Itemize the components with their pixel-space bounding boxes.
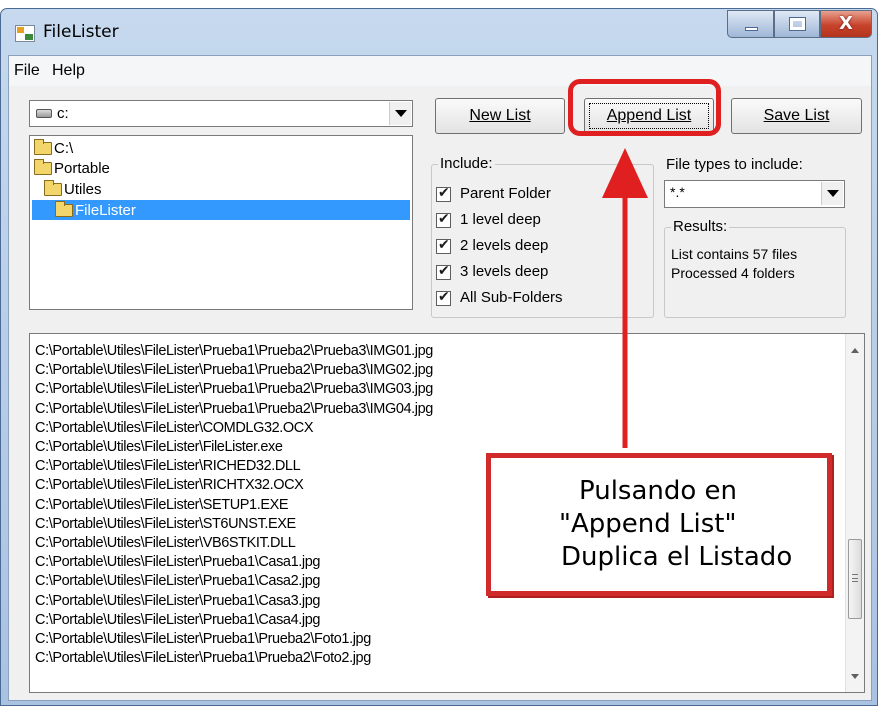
results-folder-count: Processed 4 folders	[671, 265, 795, 281]
tree-item-label: Portable	[54, 160, 110, 177]
folder-icon	[55, 201, 73, 217]
menu-file[interactable]: File	[14, 62, 40, 80]
save-list-label: Save List	[763, 107, 830, 124]
file-list-item[interactable]: C:\Portable\Utiles\FileLister\ST6UNST.EX…	[35, 515, 296, 533]
save-list-button[interactable]: Save List	[731, 98, 862, 134]
drive-value: c:	[57, 105, 69, 122]
scroll-down-icon[interactable]	[846, 668, 864, 686]
results-file-count: List contains 57 files	[671, 246, 798, 262]
tree-item-label: Utiles	[64, 181, 102, 198]
grip-icon	[852, 574, 858, 582]
file-list-item[interactable]: C:\Portable\Utiles\FileLister\Prueba1\Ca…	[35, 611, 320, 629]
checkbox-label: 3 levels deep	[460, 263, 549, 280]
file-list-item[interactable]: C:\Portable\Utiles\FileLister\FileLister…	[35, 438, 283, 456]
file-list-item[interactable]: C:\Portable\Utiles\FileLister\Prueba1\Pr…	[35, 400, 433, 418]
tree-item-label: FileLister	[75, 202, 136, 219]
checkbox-checked-icon[interactable]	[436, 263, 451, 280]
file-list-item[interactable]: C:\Portable\Utiles\FileLister\RICHTX32.O…	[35, 476, 304, 494]
file-list-item[interactable]: C:\Portable\Utiles\FileLister\Prueba1\Ca…	[35, 553, 320, 571]
file-list-item[interactable]: C:\Portable\Utiles\FileLister\Prueba1\Pr…	[35, 649, 371, 667]
checkbox-label: 2 levels deep	[460, 237, 549, 254]
checkbox-label: Parent Folder	[460, 185, 551, 202]
new-list-label: New List	[469, 107, 531, 124]
callout-line-2: "Append List"	[559, 509, 737, 539]
scroll-up-icon[interactable]	[846, 342, 864, 360]
new-list-button[interactable]: New List	[435, 98, 565, 134]
include-title: Include:	[438, 155, 495, 172]
client-area: File Help c: C:\ Portable Utiles FileLis…	[8, 55, 872, 701]
append-list-highlight-ring	[568, 79, 721, 136]
chevron-down-icon[interactable]	[821, 182, 843, 205]
include-group: Include: Parent Folder 1 level deep 2 le…	[431, 155, 654, 318]
drive-icon	[36, 109, 52, 118]
file-list-item[interactable]: C:\Portable\Utiles\FileLister\Prueba1\Pr…	[35, 361, 433, 379]
folder-icon	[44, 180, 62, 196]
folder-tree[interactable]: C:\ Portable Utiles FileLister	[29, 135, 413, 310]
title-bar[interactable]: FileLister X	[1, 9, 877, 55]
file-list-item[interactable]: C:\Portable\Utiles\FileLister\VB6STKIT.D…	[35, 534, 296, 552]
file-list-item[interactable]: C:\Portable\Utiles\FileLister\Prueba1\Ca…	[35, 572, 320, 590]
file-list-item[interactable]: C:\Portable\Utiles\FileLister\Prueba1\Ca…	[35, 592, 320, 610]
chevron-down-icon[interactable]	[389, 102, 411, 125]
file-types-label: File types to include:	[666, 156, 803, 173]
file-list-item[interactable]: C:\Portable\Utiles\FileLister\Prueba1\Pr…	[35, 342, 433, 360]
file-types-value: *.*	[670, 184, 685, 200]
file-list-item[interactable]: C:\Portable\Utiles\FileLister\RICHED32.D…	[35, 457, 301, 475]
vertical-scrollbar[interactable]	[845, 334, 864, 692]
menu-bar: File Help	[9, 56, 871, 86]
maximize-button[interactable]	[774, 10, 820, 38]
results-group: Results: List contains 57 files Processe…	[664, 218, 846, 318]
checkbox-label: 1 level deep	[460, 211, 541, 228]
close-icon: X	[839, 13, 853, 34]
checkbox-checked-icon[interactable]	[436, 211, 451, 228]
folder-icon	[34, 159, 52, 175]
file-list-item[interactable]: C:\Portable\Utiles\FileLister\Prueba1\Pr…	[35, 380, 433, 398]
checkbox-checked-icon[interactable]	[436, 237, 451, 254]
callout-line-3: Duplica el Listado	[561, 542, 793, 572]
close-button[interactable]: X	[820, 10, 872, 38]
file-types-select[interactable]: *.*	[664, 180, 845, 208]
scroll-thumb[interactable]	[848, 539, 862, 619]
app-window: FileLister X File Help c: C:\ Portable U…	[0, 8, 878, 706]
checkbox-label: All Sub-Folders	[460, 289, 563, 306]
results-title: Results:	[671, 218, 730, 235]
tree-item-filelister[interactable]: FileLister	[32, 200, 410, 220]
menu-help[interactable]: Help	[52, 62, 85, 80]
app-icon	[15, 25, 35, 42]
minimize-button[interactable]	[727, 10, 774, 38]
file-list-item[interactable]: C:\Portable\Utiles\FileLister\Prueba1\Pr…	[35, 630, 371, 648]
annotation-callout: Pulsando en "Append List" Duplica el Lis…	[486, 453, 832, 596]
minimize-icon	[745, 27, 758, 31]
callout-line-1: Pulsando en	[579, 476, 738, 506]
checkbox-checked-icon[interactable]	[436, 289, 451, 306]
drive-select[interactable]: c:	[29, 100, 413, 127]
maximize-icon	[789, 17, 806, 31]
file-list-item[interactable]: C:\Portable\Utiles\FileLister\COMDLG32.O…	[35, 419, 314, 437]
tree-item-label: C:\	[54, 140, 74, 157]
window-title: FileLister	[43, 22, 119, 42]
file-list-item[interactable]: C:\Portable\Utiles\FileLister\SETUP1.EXE	[35, 496, 289, 514]
folder-icon	[34, 139, 52, 155]
checkbox-checked-icon[interactable]	[436, 185, 451, 202]
